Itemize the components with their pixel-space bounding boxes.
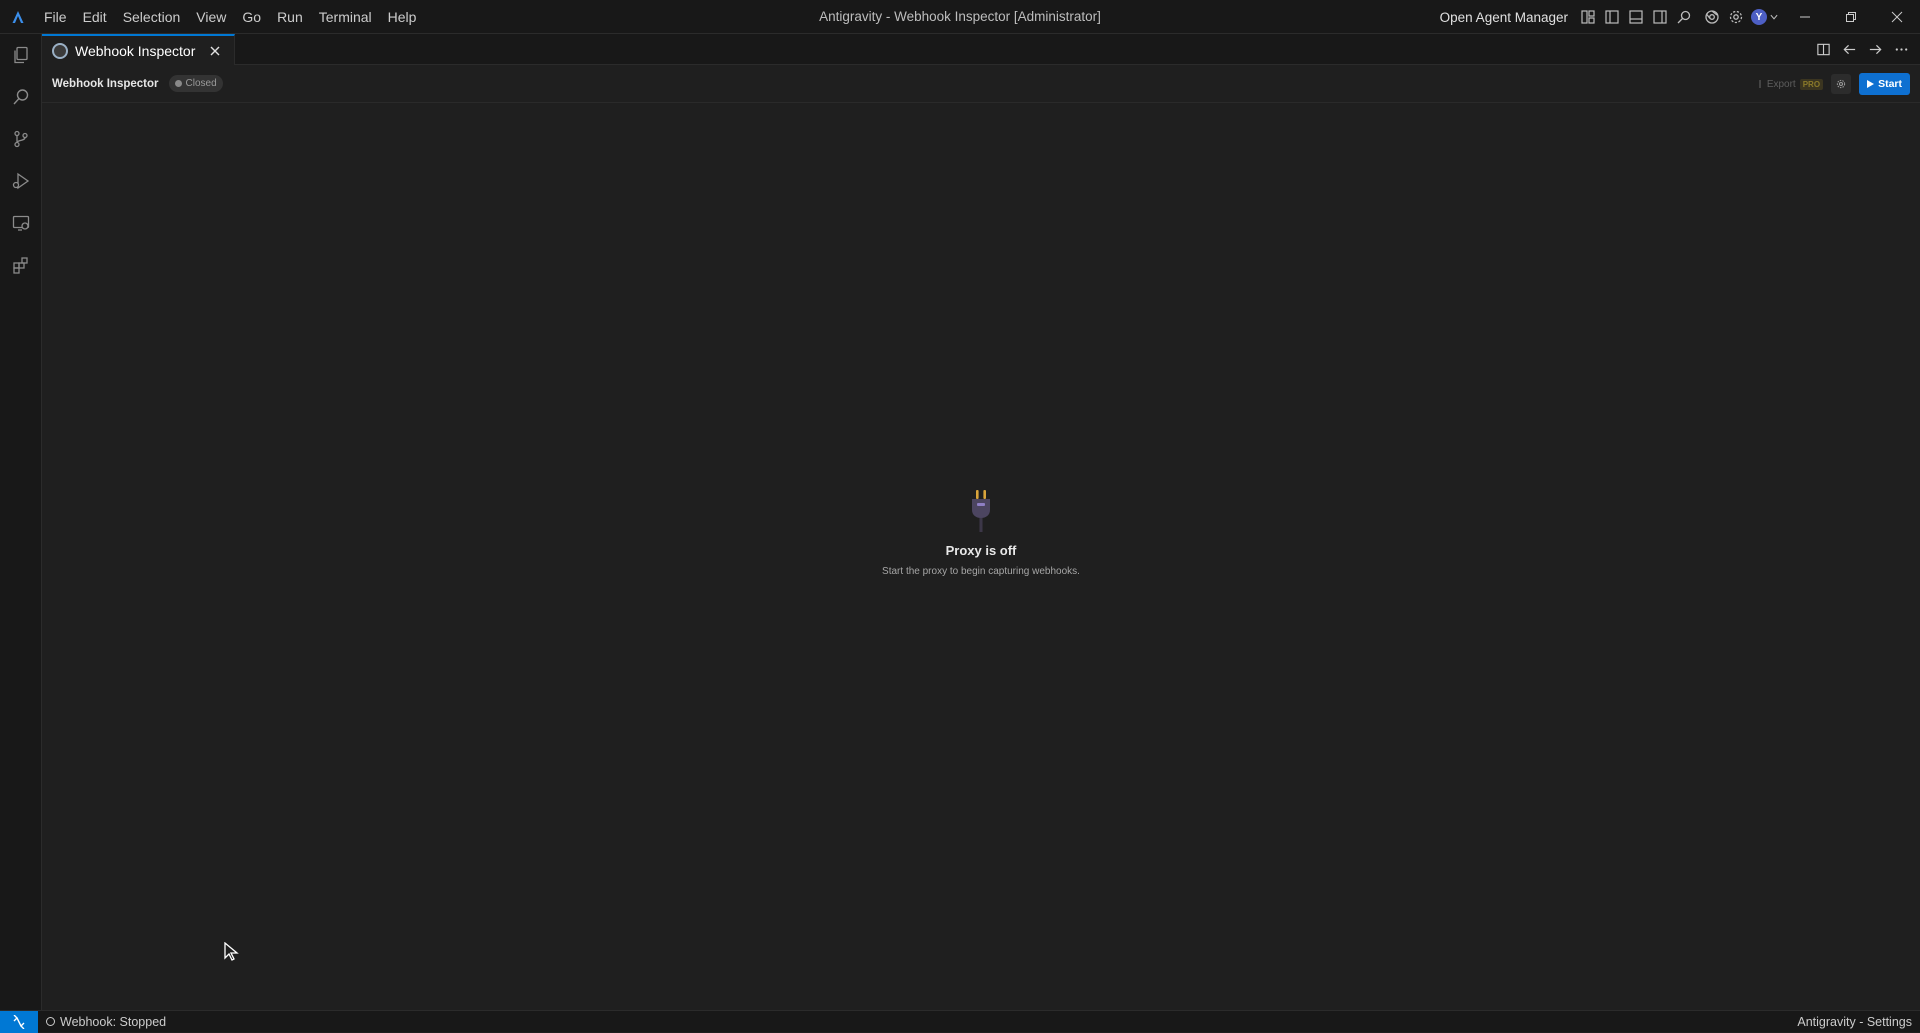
more-actions-icon[interactable] <box>1888 37 1914 63</box>
open-agent-manager-button[interactable]: Open Agent Manager <box>1440 10 1568 25</box>
inspector-settings-button[interactable] <box>1831 74 1852 94</box>
close-window-button[interactable] <box>1874 0 1920 34</box>
title-bar: File Edit Selection View Go Run Terminal… <box>0 0 1920 34</box>
source-control-icon[interactable] <box>0 118 42 160</box>
webhook-inspector-icon <box>52 42 68 59</box>
menu-run[interactable]: Run <box>269 0 311 34</box>
status-badge: Closed <box>168 75 223 92</box>
menu-go[interactable]: Go <box>234 0 269 34</box>
menu-view[interactable]: View <box>188 0 234 34</box>
remote-icon <box>13 1014 25 1029</box>
run-and-debug-icon[interactable] <box>0 160 42 202</box>
menu-edit[interactable]: Edit <box>75 0 115 34</box>
start-label: Start <box>1878 78 1902 90</box>
navigate-forward-icon[interactable] <box>1862 37 1888 63</box>
antigravity-logo-icon[interactable] <box>0 0 36 34</box>
explorer-icon[interactable] <box>0 34 42 76</box>
inspector-toolbar: Webhook Inspector Closed Export PRO Star… <box>42 65 1920 103</box>
toggle-primary-sidebar-icon[interactable] <box>1600 0 1624 34</box>
empty-state-subtitle: Start the proxy to begin capturing webho… <box>882 566 1080 577</box>
stopped-circle-icon <box>46 1017 55 1026</box>
inspector-title: Webhook Inspector <box>52 77 159 90</box>
status-text: Closed <box>185 78 217 89</box>
remote-indicator-button[interactable] <box>0 1010 38 1033</box>
empty-state-title: Proxy is off <box>945 543 1017 558</box>
navigate-back-icon[interactable] <box>1836 37 1862 63</box>
start-button[interactable]: Start <box>1859 73 1910 95</box>
toggle-panel-icon[interactable] <box>1624 0 1648 34</box>
editor-tab-bar: Webhook Inspector <box>42 34 1920 65</box>
extensions-icon[interactable] <box>0 244 42 286</box>
pro-badge: PRO <box>1799 78 1824 90</box>
close-tab-icon[interactable] <box>206 42 224 60</box>
tab-label: Webhook Inspector <box>75 42 196 59</box>
remote-explorer-icon[interactable] <box>0 202 42 244</box>
minimize-button[interactable] <box>1782 0 1828 34</box>
gear-icon <box>1836 79 1846 89</box>
chevron-down-icon <box>1770 14 1778 20</box>
tab-webhook-inspector[interactable]: Webhook Inspector <box>42 34 236 65</box>
split-editor-icon[interactable] <box>1810 37 1836 63</box>
mouse-cursor-icon <box>224 942 239 961</box>
settings-gear-icon[interactable] <box>1724 0 1748 34</box>
restore-button[interactable] <box>1828 0 1874 34</box>
customize-layout-icon[interactable] <box>1576 0 1600 34</box>
search-sidebar-icon[interactable] <box>0 76 42 118</box>
antigravity-settings-item[interactable]: Antigravity - Settings <box>1797 1011 1912 1033</box>
export-icon <box>1759 80 1761 88</box>
plug-icon <box>972 490 990 532</box>
menu-selection[interactable]: Selection <box>115 0 189 34</box>
avatar: Y <box>1751 9 1767 25</box>
export-button[interactable]: Export PRO <box>1757 78 1824 90</box>
status-dot-icon <box>174 80 182 87</box>
account-menu[interactable]: Y <box>1748 0 1782 34</box>
webhook-inspector-panel: Webhook Inspector Closed Export PRO Star… <box>42 65 1920 1010</box>
status-bar: Webhook: Stopped Antigravity - Settings <box>0 1010 1920 1033</box>
browser-icon[interactable] <box>1700 0 1724 34</box>
menu-bar: File Edit Selection View Go Run Terminal… <box>36 0 424 34</box>
menu-help[interactable]: Help <box>380 0 425 34</box>
empty-state: Proxy is off Start the proxy to begin ca… <box>42 490 1920 577</box>
search-icon[interactable] <box>1672 0 1696 34</box>
toggle-secondary-sidebar-icon[interactable] <box>1648 0 1672 34</box>
export-label: Export <box>1766 78 1796 90</box>
webhook-status-item[interactable]: Webhook: Stopped <box>38 1015 174 1029</box>
menu-terminal[interactable]: Terminal <box>311 0 380 34</box>
play-icon <box>1867 80 1875 88</box>
activity-bar <box>0 34 42 1010</box>
webhook-status-text: Webhook: Stopped <box>60 1014 167 1029</box>
menu-file[interactable]: File <box>36 0 75 34</box>
